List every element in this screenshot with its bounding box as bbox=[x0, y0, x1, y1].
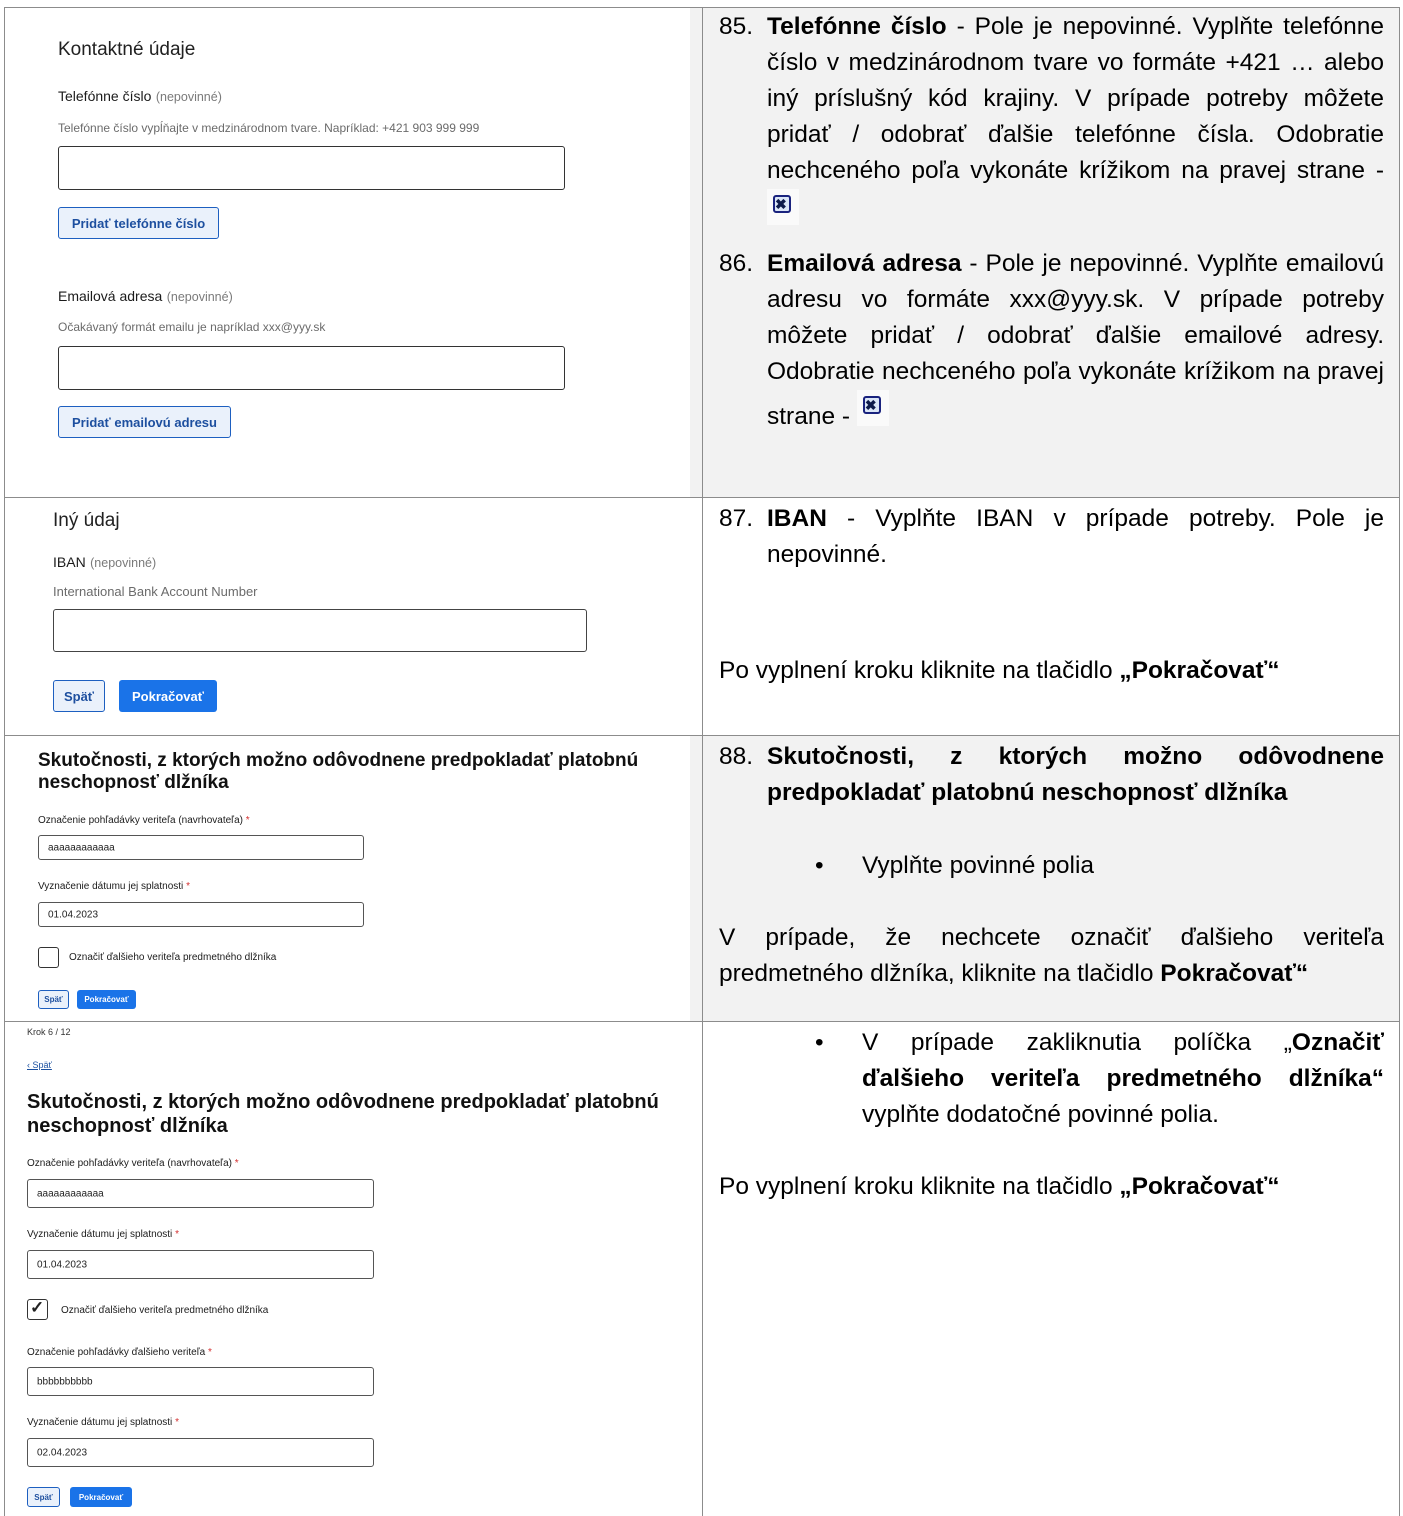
optional-note: (nepovinné) bbox=[155, 90, 222, 104]
table-row: Iný údaj IBAN (nepovinné) International … bbox=[4, 497, 1400, 736]
date-input[interactable]: 01.04.2023 bbox=[27, 1250, 374, 1279]
instructions-cell: 88. Skutočnosti, z ktorých možno odôvodn… bbox=[702, 736, 1400, 1022]
claim2-label: Označenie pohľadávky ďalšieho veriteľa * bbox=[27, 1347, 212, 1358]
back-link[interactable]: ‹ Späť bbox=[27, 1060, 52, 1070]
claim-input[interactable]: aaaaaaaaaaaa bbox=[27, 1179, 374, 1208]
form-heading: Skutočnosti, z ktorých možno odôvodnene … bbox=[27, 1091, 659, 1137]
add-email-button[interactable]: Pridať emailovú adresu bbox=[58, 406, 231, 438]
date-input[interactable]: 01.04.2023 bbox=[38, 902, 364, 927]
date-label: Vyznačenie dátumu jej splatnosti * bbox=[38, 881, 190, 892]
bullet-glyph: • bbox=[815, 1029, 824, 1056]
item-number: 87. bbox=[719, 505, 754, 532]
screenshot-cell: Iný údaj IBAN (nepovinné) International … bbox=[4, 498, 703, 736]
checkbox-label: Označiť ďalšieho veriteľa predmetného dl… bbox=[61, 1305, 269, 1316]
table-row: Skutočnosti, z ktorých možno odôvodnene … bbox=[4, 735, 1400, 1022]
claim-label: Označenie pohľadávky veriteľa (navrhovat… bbox=[38, 815, 250, 826]
phone-label: Telefónne číslo bbox=[58, 88, 152, 104]
bullet-item: Vyplňte povinné polia bbox=[862, 852, 1095, 879]
step-indicator: Krok 6 / 12 bbox=[27, 1027, 71, 1037]
close-icon: ✖ bbox=[856, 390, 889, 426]
bullet-item: V prípade zakliknutia políčka „Označiť ď… bbox=[862, 1029, 1384, 1128]
check-icon: ✓ bbox=[30, 1298, 45, 1317]
close-icon: ✖ bbox=[767, 189, 799, 225]
back-button[interactable]: Späť bbox=[27, 1487, 60, 1507]
another-creditor-checkbox[interactable] bbox=[38, 947, 59, 968]
table-row: Krok 6 / 12 ‹ Späť Skutočnosti, z ktorýc… bbox=[4, 1021, 1400, 1516]
item-number: 88. bbox=[719, 743, 754, 770]
instruction-title: Emailová adresa bbox=[767, 250, 962, 277]
section-title: Kontaktné údaje bbox=[58, 39, 196, 60]
item-number: 85. bbox=[719, 13, 754, 40]
instruction-title: Skutočnosti, z ktorých možno odôvodnene … bbox=[767, 743, 1384, 806]
instruction-85: Telefónne číslo - Pole je nepovinné. Vyp… bbox=[767, 9, 1384, 234]
contact-form-screenshot: Kontaktné údaje Telefónne číslo (nepovin… bbox=[5, 8, 690, 498]
footer-instruction: Po vyplnení kroku kliknite na tlačidlo „… bbox=[719, 1173, 1280, 1200]
claim-label: Označenie pohľadávky veriteľa (navrhovat… bbox=[27, 1158, 239, 1169]
iban-label-row: IBAN (nepovinné) bbox=[53, 554, 156, 572]
instruction-title: Telefónne číslo bbox=[767, 13, 947, 40]
continue-button[interactable]: Pokračovať bbox=[119, 680, 217, 712]
debtor-form-screenshot: Skutočnosti, z ktorých možno odôvodnene … bbox=[5, 736, 690, 1022]
iban-input[interactable] bbox=[53, 609, 587, 652]
phone-label-row: Telefónne číslo (nepovinné) bbox=[58, 88, 222, 106]
email-hint: Očakávaný formát emailu je napríklad xxx… bbox=[58, 320, 326, 334]
instructions-cell: 85. Telefónne číslo - Pole je nepovinné.… bbox=[702, 8, 1400, 498]
add-phone-button[interactable]: Pridať telefónne číslo bbox=[58, 207, 219, 239]
checkbox-label: Označiť ďalšieho veriteľa predmetného dl… bbox=[69, 952, 277, 963]
date2-label: Vyznačenie dátumu jej splatnosti * bbox=[27, 1417, 179, 1428]
email-input[interactable] bbox=[58, 346, 565, 390]
continue-button[interactable]: Pokračovať bbox=[77, 990, 136, 1009]
phone-hint: Telefónne číslo vypĺňajte v medzinárodno… bbox=[58, 121, 480, 135]
email-label-row: Emailová adresa (nepovinné) bbox=[58, 288, 233, 306]
back-button[interactable]: Späť bbox=[38, 990, 69, 1009]
instructions-cell: • V prípade zakliknutia políčka „Označiť… bbox=[702, 1022, 1400, 1516]
optional-note: (nepovinné) bbox=[90, 556, 157, 570]
section-title: Iný údaj bbox=[53, 510, 120, 531]
date2-input[interactable]: 02.04.2023 bbox=[27, 1438, 374, 1467]
footer-instruction: Po vyplnení kroku kliknite na tlačidlo „… bbox=[719, 657, 1280, 684]
item-number: 86. bbox=[719, 250, 754, 277]
date-label: Vyznačenie dátumu jej splatnosti * bbox=[27, 1229, 179, 1240]
instruction-86: Emailová adresa - Pole je nepovinné. Vyp… bbox=[767, 246, 1384, 435]
another-creditor-checkbox[interactable]: ✓ bbox=[27, 1298, 48, 1320]
iban-hint: International Bank Account Number bbox=[53, 584, 258, 599]
continue-button[interactable]: Pokračovať bbox=[70, 1487, 132, 1507]
email-label: Emailová adresa bbox=[58, 288, 163, 304]
footer-instruction: V prípade, že nechcete označiť ďalšieho … bbox=[719, 924, 1384, 987]
screenshot-cell: Skutočnosti, z ktorých možno odôvodnene … bbox=[4, 736, 703, 1022]
instruction-88: Skutočnosti, z ktorých možno odôvodnene … bbox=[767, 739, 1384, 811]
instruction-title: IBAN bbox=[767, 505, 827, 532]
iban-label: IBAN bbox=[53, 554, 86, 570]
phone-input[interactable] bbox=[58, 146, 565, 190]
instruction-text: - Vyplňte IBAN v prípade potreby. Pole j… bbox=[767, 505, 1384, 568]
instructions-cell: 87. IBAN - Vyplňte IBAN v prípade potreb… bbox=[702, 498, 1400, 736]
optional-note: (nepovinné) bbox=[166, 290, 233, 304]
form-heading: Skutočnosti, z ktorých možno odôvodnene … bbox=[38, 750, 639, 793]
screenshot-cell: Kontaktné údaje Telefónne číslo (nepovin… bbox=[4, 8, 703, 498]
screenshot-cell: Krok 6 / 12 ‹ Späť Skutočnosti, z ktorýc… bbox=[4, 1022, 703, 1516]
claim2-input[interactable]: bbbbbbbbbb bbox=[27, 1367, 374, 1396]
table-row: Kontaktné údaje Telefónne číslo (nepovin… bbox=[4, 7, 1400, 498]
claim-input[interactable]: aaaaaaaaaaaa bbox=[38, 835, 364, 860]
instruction-87: IBAN - Vyplňte IBAN v prípade potreby. P… bbox=[767, 501, 1384, 573]
back-button[interactable]: Späť bbox=[53, 680, 105, 712]
instruction-table: Kontaktné údaje Telefónne číslo (nepovin… bbox=[4, 7, 1400, 1516]
bullet-glyph: • bbox=[815, 852, 824, 879]
